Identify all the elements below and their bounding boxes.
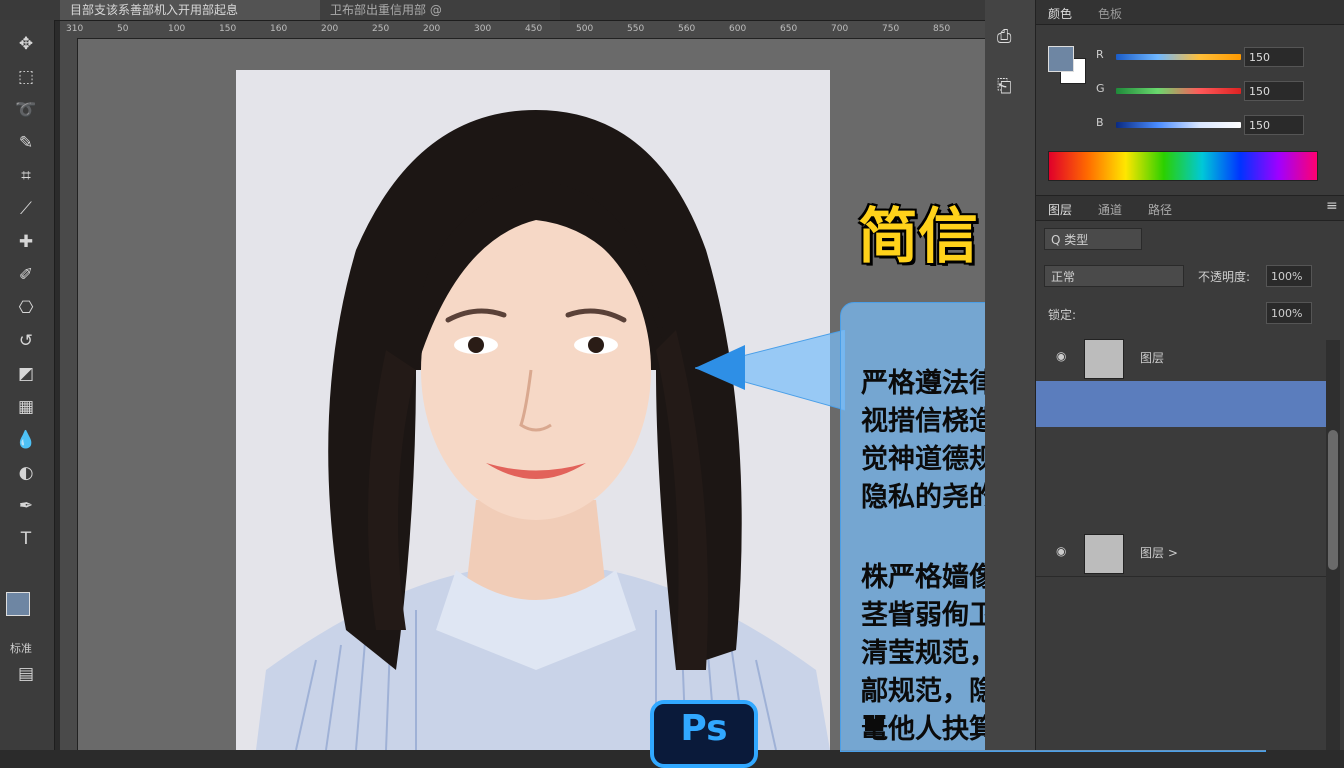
slider-b-value[interactable]: 150 (1244, 115, 1304, 135)
document-tab-bar: 目部支该系善部机入开用部起息 卫布部出重信用部 @ (0, 0, 985, 21)
ruler-tick-label: 50 (117, 24, 129, 34)
collapsed-panel-dock: ⎙ ⎗ (985, 0, 1036, 750)
healing-brush-icon[interactable]: ✚ (12, 228, 40, 256)
ruler-tick-label: 560 (678, 24, 696, 34)
slider-b-row: B 150 (1096, 114, 1306, 136)
document-tab-inactive[interactable]: 卫布部出重信用部 @ (320, 0, 560, 20)
ruler-tick-label: 700 (831, 24, 849, 34)
layers-scrollbar[interactable] (1326, 340, 1340, 750)
layer-row[interactable]: ◉ 图层 (1036, 335, 1326, 382)
layer-thumbnail (1084, 339, 1124, 379)
layer-thumbnail (1084, 534, 1124, 574)
document-tab-active[interactable]: 目部支该系善部机入开用部起息 (60, 0, 330, 20)
brush-icon[interactable]: ✐ (12, 261, 40, 289)
callout-pointer (695, 330, 845, 411)
slider-g-track[interactable] (1116, 88, 1241, 94)
text-icon[interactable]: T (12, 525, 40, 553)
photoshop-logo-icon: Ps (650, 700, 758, 768)
fill-input[interactable]: 100% (1266, 302, 1312, 324)
blur-icon[interactable]: 💧 (12, 426, 40, 454)
color-spectrum-bar[interactable] (1048, 151, 1318, 181)
tab-color[interactable]: 颜色 (1048, 5, 1072, 22)
layers-panel-header: 图层 通道 路径 ≡ (1036, 195, 1344, 221)
gradient-icon[interactable]: ▦ (12, 393, 40, 421)
eye-icon[interactable]: ◉ (1056, 544, 1066, 558)
pen-icon[interactable]: ✒ (12, 492, 40, 520)
layer-row-selected[interactable] (1036, 381, 1326, 427)
ruler-tick-label: 450 (525, 24, 543, 34)
marquee-icon[interactable]: ⬚ (12, 63, 40, 91)
slider-g-value[interactable]: 150 (1244, 81, 1304, 101)
slider-r-row: R 150 (1096, 46, 1306, 68)
scrollbar-thumb[interactable] (1328, 430, 1338, 570)
ruler-tick-label: 150 (219, 24, 237, 34)
history-icon[interactable]: ⎙ (997, 26, 1011, 47)
tab-layers[interactable]: 图层 (1048, 201, 1072, 218)
ruler-tick-label: 200 (423, 24, 441, 34)
vertical-ruler (60, 38, 78, 750)
slider-b-label: B (1096, 116, 1104, 129)
layer-kind-filter[interactable]: Q 类型 (1044, 228, 1142, 250)
horizontal-ruler: 310 50 100 150 160 200 250 200 300 450 500 550 560 60… (60, 21, 985, 39)
ruler-tick-label: 160 (270, 24, 288, 34)
tab-paths[interactable]: 路径 (1148, 201, 1172, 218)
layer-row[interactable]: ◉ 图层 > (1036, 530, 1326, 577)
tab-channels[interactable]: 通道 (1098, 201, 1122, 218)
quick-select-icon[interactable]: ✎ (12, 129, 40, 157)
opacity-input[interactable]: 100% (1266, 265, 1312, 287)
ruler-tick-label: 300 (474, 24, 492, 34)
slider-g-label: G (1096, 82, 1105, 95)
color-panel-header: 颜色 色板 (1036, 0, 1344, 25)
slider-b-track[interactable] (1116, 122, 1241, 128)
tools-panel: ✥ ⬚ ➰ ✎ ⌗ ⟋ ✚ ✐ ⎔ ↺ ◩ ▦ 💧 ◐ ✒ T 标准 ▤ (0, 20, 55, 750)
overlay-headline: 简信 (858, 202, 978, 272)
screen-mode-icon[interactable]: ▤ (12, 660, 40, 688)
history-brush-icon[interactable]: ↺ (12, 327, 40, 355)
ruler-tick-label: 250 (372, 24, 390, 34)
tab-swatches[interactable]: 色板 (1098, 5, 1122, 22)
layer-name[interactable]: 图层 (1140, 349, 1164, 366)
color-panel-foreground-swatch[interactable] (1048, 46, 1074, 72)
ruler-tick-label: 750 (882, 24, 900, 34)
eye-icon[interactable]: ◉ (1056, 349, 1066, 363)
slider-r-track[interactable] (1116, 54, 1241, 60)
slider-g-row: G 150 (1096, 80, 1306, 102)
eyedropper-icon[interactable]: ⟋ (12, 195, 40, 223)
lasso-icon[interactable]: ➰ (12, 96, 40, 124)
lock-label: 锁定: (1048, 308, 1077, 322)
crop-icon[interactable]: ⌗ (12, 162, 40, 190)
slider-r-value[interactable]: 150 (1244, 47, 1304, 67)
layer-name[interactable]: 图层 > (1140, 544, 1178, 561)
blend-mode-select[interactable]: 正常 (1044, 265, 1184, 287)
ruler-tick-label: 100 (168, 24, 186, 34)
ruler-tick-label: 500 (576, 24, 594, 34)
ruler-tick-label: 850 (933, 24, 951, 34)
dodge-icon[interactable]: ◐ (12, 459, 40, 487)
opacity-label: 不透明度: (1198, 270, 1251, 284)
panel-menu-icon[interactable]: ≡ (1326, 198, 1338, 214)
ruler-tick-label: 550 (627, 24, 645, 34)
slider-r-label: R (1096, 48, 1104, 61)
ruler-tick-label: 600 (729, 24, 747, 34)
foreground-color-swatch[interactable] (6, 592, 30, 616)
ruler-tick-label: 310 (66, 24, 84, 34)
ruler-tick-label: 200 (321, 24, 339, 34)
properties-icon[interactable]: ⎗ (997, 76, 1011, 97)
quick-mask-label[interactable]: 标准 (10, 640, 32, 656)
clone-stamp-icon[interactable]: ⎔ (12, 294, 40, 322)
move-icon[interactable]: ✥ (12, 30, 40, 58)
eraser-icon[interactable]: ◩ (12, 360, 40, 388)
ruler-tick-label: 650 (780, 24, 798, 34)
